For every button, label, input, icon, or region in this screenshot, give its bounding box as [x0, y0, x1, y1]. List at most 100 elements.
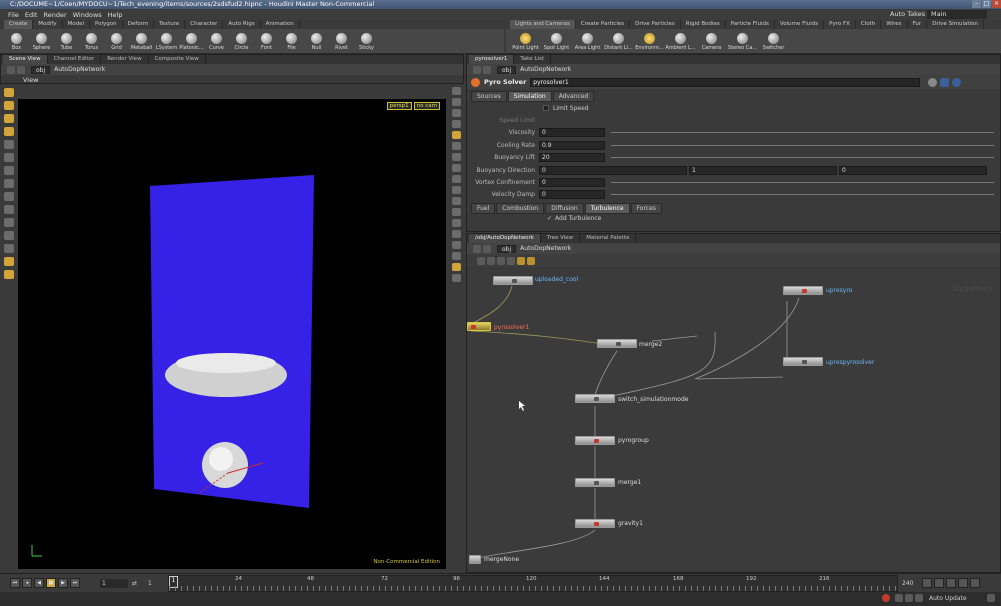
- handle-tool-icon[interactable]: [3, 153, 14, 162]
- cam-menu[interactable]: no cam: [413, 102, 440, 110]
- param-path-root[interactable]: obj: [497, 65, 517, 74]
- note-icon[interactable]: [517, 256, 525, 265]
- tab-combustion[interactable]: Combustion: [496, 202, 545, 214]
- forward-icon[interactable]: [483, 244, 491, 253]
- tab-channel-editor[interactable]: Channel Editor: [48, 55, 102, 64]
- jump-end-button[interactable]: ⏭: [70, 578, 80, 588]
- buoyancy-dir-x[interactable]: 0: [539, 165, 687, 175]
- display-icon-2[interactable]: [451, 98, 461, 106]
- shelf-tab-texture[interactable]: Texture: [154, 20, 186, 29]
- display-icon-4[interactable]: [451, 120, 461, 128]
- cooling-rate-field[interactable]: 0.9: [539, 140, 605, 150]
- display-icon-8[interactable]: [451, 164, 461, 172]
- shelf-tab-drive-particles[interactable]: Drive Particles: [630, 20, 681, 29]
- shelf-tab-wires[interactable]: Wires: [881, 20, 908, 29]
- tab-network-path[interactable]: /obj/AutoDopNetwork: [469, 234, 541, 243]
- shelf-tab-animation[interactable]: Animation: [261, 20, 300, 29]
- display-icon-18[interactable]: [451, 274, 461, 282]
- buoyancy-dir-y[interactable]: 1: [689, 165, 837, 175]
- tab-pyrosolver1[interactable]: pyrosolver1: [469, 55, 515, 64]
- pose-tool-icon[interactable]: [3, 140, 14, 149]
- tab-sources[interactable]: Sources: [471, 91, 507, 102]
- tool-environment-light[interactable]: Environm...: [634, 32, 665, 51]
- cooling-rate-slider[interactable]: [611, 144, 994, 146]
- back-icon[interactable]: [473, 65, 481, 74]
- menu-file[interactable]: File: [8, 11, 19, 19]
- display-icon-10[interactable]: [451, 186, 461, 194]
- shelf-tab-create[interactable]: Create: [4, 20, 34, 29]
- current-frame-field[interactable]: 1: [100, 578, 128, 588]
- tool-spot-light[interactable]: Spot Light: [541, 32, 572, 51]
- buoyancy-lift-field[interactable]: 20: [539, 153, 605, 163]
- info-icon[interactable]: [952, 77, 962, 87]
- node-mergenone[interactable]: [469, 555, 481, 564]
- network-path-root[interactable]: obj: [497, 244, 517, 253]
- network-canvas[interactable]: Dynamics uploaded_cool pyrosolver1 merge…: [467, 276, 1000, 572]
- node-gravity1[interactable]: [575, 519, 615, 528]
- tool-font[interactable]: Font: [254, 32, 279, 51]
- tab-material-palette[interactable]: Material Palette: [580, 234, 637, 243]
- vortex-confinement-slider[interactable]: [611, 182, 994, 184]
- tab-advanced[interactable]: Advanced: [552, 91, 595, 102]
- transform-tool-icon[interactable]: [3, 101, 14, 110]
- node-merge2[interactable]: [597, 339, 637, 348]
- tab-forces[interactable]: Forces: [630, 202, 662, 214]
- display-icon-3[interactable]: [451, 109, 461, 117]
- display-icon-5[interactable]: [451, 131, 461, 139]
- tool-file[interactable]: File: [279, 32, 304, 51]
- path-network[interactable]: AutoDopNetwork: [50, 66, 350, 74]
- chat-icon[interactable]: [895, 594, 903, 602]
- forward-icon[interactable]: [483, 65, 491, 74]
- list-icon[interactable]: [477, 256, 485, 265]
- menu-windows[interactable]: Windows: [73, 11, 102, 19]
- shelf-tab-cloth[interactable]: Cloth: [856, 20, 882, 29]
- tool-camera[interactable]: Camera: [696, 32, 727, 51]
- back-icon[interactable]: [7, 65, 15, 74]
- stop-button[interactable]: ■: [46, 578, 56, 588]
- jump-start-button[interactable]: ⏮: [10, 578, 20, 588]
- tool-distant-light[interactable]: Distant Li...: [603, 32, 634, 51]
- tool-torus[interactable]: Torus: [79, 32, 104, 51]
- view-tool-icon[interactable]: [3, 166, 14, 175]
- back-icon[interactable]: [473, 244, 481, 253]
- node-name-field[interactable]: pyrosolver1: [530, 77, 921, 87]
- vortex-confinement-field[interactable]: 0: [539, 178, 605, 188]
- monitor-icon[interactable]: [905, 594, 913, 602]
- menu-edit[interactable]: Edit: [25, 11, 38, 19]
- shelf-tab-polygon[interactable]: Polygon: [90, 20, 123, 29]
- prim-snap-icon[interactable]: [3, 231, 14, 240]
- tab-diffusion[interactable]: Diffusion: [545, 202, 584, 214]
- tab-simulation[interactable]: Simulation: [507, 91, 552, 102]
- grid-snap-icon[interactable]: [3, 205, 14, 214]
- menu-render[interactable]: Render: [43, 11, 66, 19]
- shelf-tab-lights-cameras[interactable]: Lights and Cameras: [510, 20, 576, 29]
- menu-help[interactable]: Help: [108, 11, 123, 19]
- persp-menu[interactable]: persp1: [386, 102, 412, 110]
- tab-tree-view[interactable]: Tree View: [541, 234, 581, 243]
- tool-area-light[interactable]: Area Light: [572, 32, 603, 51]
- end-frame-field[interactable]: 240: [902, 580, 922, 587]
- tab-fuel[interactable]: Fuel: [471, 202, 496, 214]
- 3d-viewport[interactable]: persp1 no cam Non-Commercial Edition: [18, 99, 446, 569]
- network-path-network[interactable]: AutoDopNetwork: [516, 245, 816, 253]
- tool-ambient-light[interactable]: Ambient L...: [665, 32, 696, 51]
- secure-selection-icon[interactable]: [3, 270, 14, 279]
- step-back-button[interactable]: ◂: [22, 578, 32, 588]
- display-icon-1[interactable]: [451, 87, 461, 95]
- keyframe-icon[interactable]: [934, 578, 944, 588]
- shelf-tab-particle-fluids[interactable]: Particle Fluids: [726, 20, 775, 29]
- help-icon[interactable]: [940, 77, 950, 87]
- shelf-tab-rigid-bodies[interactable]: Rigid Bodies: [681, 20, 726, 29]
- update-icon[interactable]: [987, 594, 995, 602]
- timeline-track[interactable]: 1 24 48 72 96 120 144 168 192 216: [168, 574, 898, 592]
- display-icon-14[interactable]: [451, 230, 461, 238]
- display-icon-17[interactable]: [451, 263, 461, 271]
- gear-icon[interactable]: [928, 77, 938, 87]
- buoyancy-lift-slider[interactable]: [611, 157, 994, 159]
- viscosity-slider[interactable]: [611, 132, 994, 134]
- tab-composite-view[interactable]: Composite View: [149, 55, 206, 64]
- tool-platonic[interactable]: Platonic...: [179, 32, 204, 51]
- maximize-button[interactable]: □: [982, 0, 991, 8]
- tool-curve[interactable]: Curve: [204, 32, 229, 51]
- scale-tool-icon[interactable]: [3, 127, 14, 136]
